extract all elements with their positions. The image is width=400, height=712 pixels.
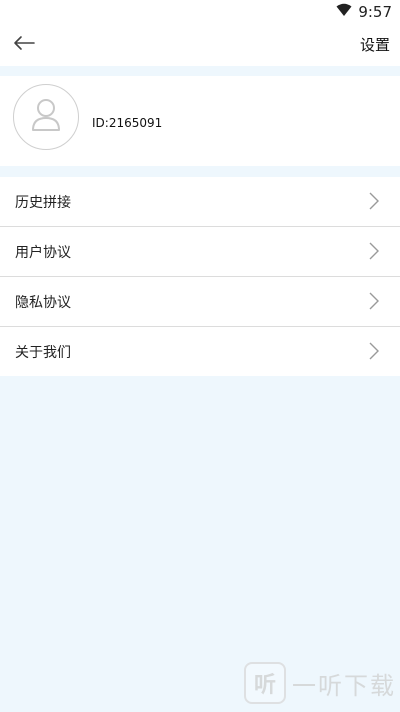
status-time: 9:57 <box>358 3 392 21</box>
menu-item-label: 历史拼接 <box>15 194 71 211</box>
status-bar: 9:57 <box>0 0 400 24</box>
chevron-right-icon <box>368 192 380 210</box>
arrow-left-icon <box>13 35 35 55</box>
user-avatar-icon <box>31 98 61 136</box>
watermark-logo-icon: 听 <box>244 662 286 704</box>
avatar[interactable] <box>13 84 79 150</box>
back-button[interactable] <box>10 32 38 58</box>
menu-item-label: 用户协议 <box>15 244 71 261</box>
menu-item-user-agreement[interactable]: 用户协议 <box>0 227 400 277</box>
chevron-right-icon <box>368 242 380 260</box>
status-right: 9:57 <box>336 2 392 22</box>
user-id: ID:2165091 <box>92 116 163 130</box>
watermark: 听 一听下载 <box>244 662 396 704</box>
menu-item-privacy-agreement[interactable]: 隐私协议 <box>0 277 400 327</box>
chevron-right-icon <box>368 342 380 360</box>
page-title: 设置 <box>359 36 390 54</box>
profile-card: ID:2165091 <box>0 76 400 166</box>
menu-item-label: 隐私协议 <box>15 294 71 311</box>
watermark-text: 一听下载 <box>292 671 396 700</box>
menu-item-label: 关于我们 <box>15 344 71 361</box>
wifi-icon <box>336 3 352 21</box>
menu-item-history[interactable]: 历史拼接 <box>0 177 400 227</box>
settings-menu: 历史拼接 用户协议 隐私协议 关于我们 <box>0 177 400 376</box>
chevron-right-icon <box>368 292 380 310</box>
app-bar: 设置 <box>0 24 400 66</box>
menu-item-about-us[interactable]: 关于我们 <box>0 327 400 376</box>
